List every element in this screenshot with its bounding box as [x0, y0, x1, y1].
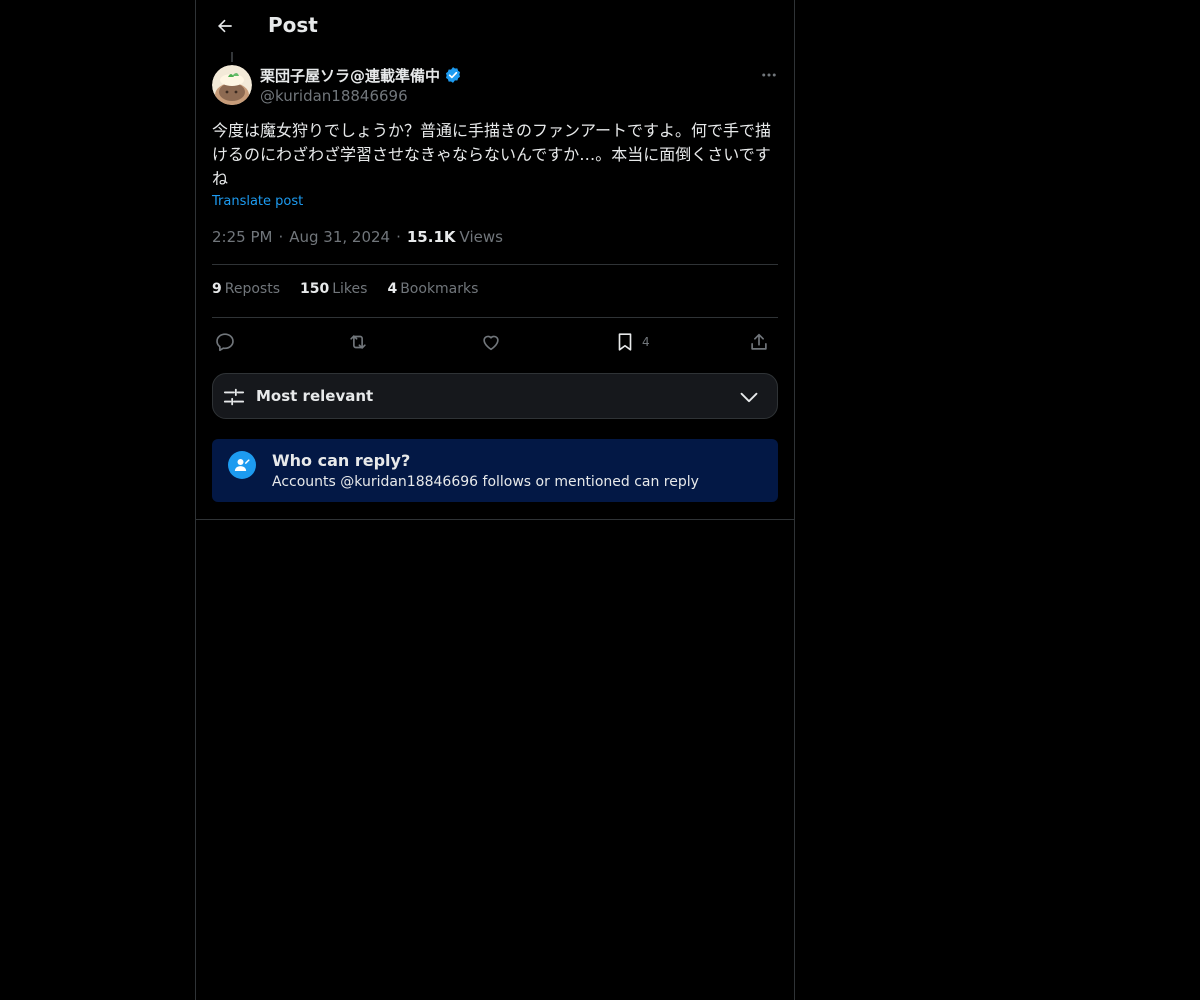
- translate-post-link[interactable]: Translate post: [212, 194, 303, 209]
- post-author: 栗団子屋ソラ@連載準備中 @kuridan18846696: [260, 64, 462, 106]
- post-time[interactable]: 2:25 PM: [212, 228, 272, 246]
- avatar[interactable]: [212, 65, 252, 105]
- back-button[interactable]: [208, 9, 242, 43]
- post-text: 今度は魔女狩りでしょうか？普通に手描きのファンアートですよ。何で手で描けるのにわ…: [212, 121, 772, 188]
- repost-button[interactable]: [346, 328, 370, 356]
- views-label: Views: [459, 228, 503, 246]
- reposts-stat[interactable]: 9 Reposts: [212, 281, 280, 297]
- verified-badge-icon[interactable]: [444, 66, 462, 84]
- sort-replies-dropdown[interactable]: Most relevant: [212, 373, 778, 419]
- reply-restriction-notice: Who can reply? Accounts @kuridan18846696…: [212, 439, 778, 502]
- user-mention-icon: [228, 451, 256, 479]
- author-name-row: 栗団子屋ソラ@連載準備中: [260, 64, 462, 86]
- share-icon: [751, 333, 767, 350]
- divider: [212, 264, 778, 265]
- share-button[interactable]: [748, 328, 770, 356]
- arrow-left-icon: [218, 19, 232, 33]
- author-display-name[interactable]: 栗団子屋ソラ@連載準備中: [260, 65, 440, 86]
- action-bar: 4: [212, 328, 778, 356]
- bookmark-count: 4: [642, 335, 650, 349]
- engagement-stats: 9 Reposts 150 Likes 4 Bookmarks: [212, 281, 478, 297]
- post-metadata: 2:25 PM · Aug 31, 2024 · 15.1K Views: [212, 228, 503, 246]
- chevron-down-icon: [740, 392, 758, 403]
- reply-button[interactable]: [214, 328, 236, 356]
- more-dots-icon: [762, 73, 776, 77]
- views-count: 15.1K: [406, 228, 456, 246]
- reposts-count: 9: [212, 281, 222, 297]
- reposts-label: Reposts: [224, 281, 280, 297]
- likes-stat[interactable]: 150 Likes: [300, 281, 367, 297]
- more-options-button[interactable]: [756, 64, 782, 86]
- like-button[interactable]: [480, 328, 502, 356]
- divider: [212, 317, 778, 318]
- post-date[interactable]: Aug 31, 2024: [289, 228, 390, 246]
- page-title: Post: [268, 13, 318, 37]
- divider: [196, 519, 794, 520]
- sliders-icon: [223, 388, 245, 406]
- reply-restriction-description: Accounts @kuridan18846696 follows or men…: [272, 474, 699, 490]
- page-header: Post: [196, 0, 794, 53]
- meta-separator: ·: [396, 228, 401, 246]
- repost-icon: [350, 335, 366, 349]
- author-handle[interactable]: @kuridan18846696: [260, 86, 462, 106]
- heart-icon: [483, 335, 499, 351]
- meta-separator: ·: [278, 228, 284, 246]
- reply-icon: [216, 333, 234, 352]
- bookmarks-count: 4: [387, 281, 398, 297]
- reply-restriction-title: Who can reply?: [272, 451, 411, 470]
- main-column: Post 栗団子屋ソラ@連載準備中 @kuridan18846696 今度は魔女…: [195, 0, 795, 1000]
- likes-count: 150: [300, 281, 330, 297]
- bookmark-button[interactable]: 4: [614, 328, 650, 356]
- bookmark-icon: [618, 333, 632, 351]
- bookmarks-label: Bookmarks: [400, 281, 479, 297]
- sort-label: Most relevant: [256, 387, 374, 405]
- thread-connector-line: [231, 52, 233, 62]
- likes-label: Likes: [332, 281, 368, 297]
- bookmarks-stat[interactable]: 4 Bookmarks: [387, 281, 478, 297]
- avatar-image: [212, 65, 252, 105]
